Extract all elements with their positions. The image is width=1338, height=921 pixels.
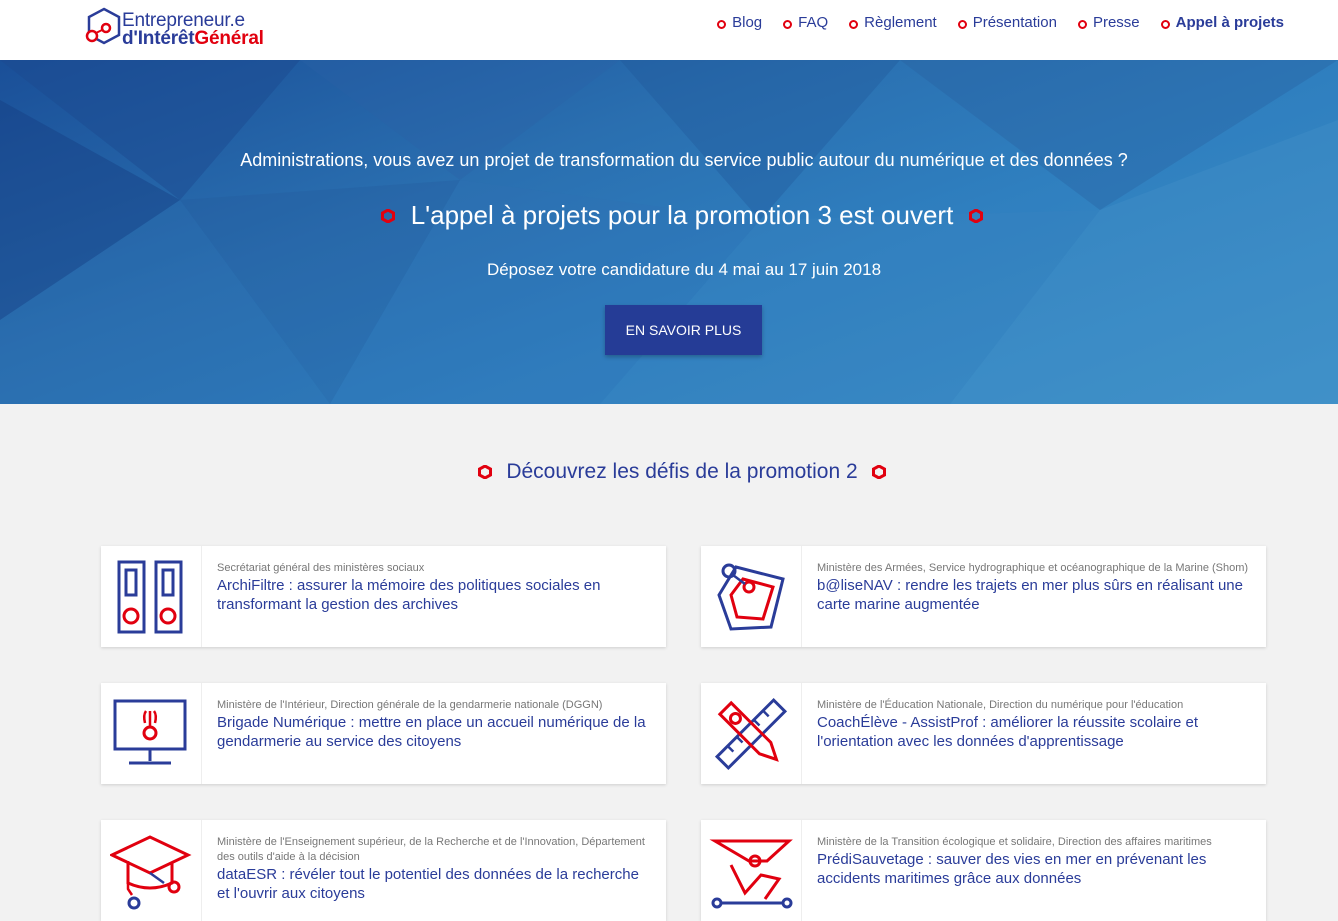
- logo-text-general: Général: [194, 28, 264, 49]
- card-organization: Ministère de l'Éducation Nationale, Dire…: [817, 699, 1184, 711]
- project-card[interactable]: Secrétariat général des ministères socia…: [101, 546, 666, 647]
- logo-hexagon-icon: [85, 7, 121, 45]
- boat-icon: [709, 839, 793, 908]
- bullet-icon: [957, 19, 967, 29]
- nav-label: Appel à projets: [1175, 14, 1284, 31]
- bullet-icon: [783, 19, 793, 29]
- card-organization: Ministère de l'Enseignement supérieur, d…: [217, 836, 645, 863]
- project-card[interactable]: Ministère de l'Intérieur, Direction géné…: [101, 683, 666, 784]
- card-icon-box: [701, 683, 802, 784]
- project-card[interactable]: Ministère de l'Enseignement supérieur, d…: [101, 820, 666, 921]
- hero-banner: Administrations, vous avez un projet de …: [0, 60, 1338, 404]
- card-icon-box: [701, 546, 802, 647]
- card-organization: Ministère de la Transition écologique et…: [817, 836, 1212, 848]
- nav-label: Présentation: [972, 14, 1057, 31]
- section-title: Découvrez les défis de la promotion 2: [0, 460, 1338, 484]
- logo-text-line2: d'IntérêtGénéral: [122, 28, 264, 50]
- card-title[interactable]: CoachÉlève - AssistProf : améliorer la r…: [817, 713, 1250, 751]
- card-organization: Secrétariat général des ministères socia…: [217, 562, 425, 574]
- section-title-text: Découvrez les défis de la promotion 2: [506, 460, 858, 483]
- nav-appel-a-projets[interactable]: Appel à projets: [1160, 14, 1284, 31]
- nav-presse[interactable]: Presse: [1077, 14, 1140, 31]
- hexagon-bullet-icon: [871, 465, 886, 479]
- hero-title: L'appel à projets pour la promotion 3 es…: [0, 200, 1338, 231]
- card-organization: Ministère des Armées, Service hydrograph…: [817, 562, 1249, 574]
- tag-icon: [717, 563, 785, 631]
- nav-faq[interactable]: FAQ: [783, 14, 828, 31]
- nav-label: Presse: [1092, 14, 1140, 31]
- hero-dates: Déposez votre candidature du 4 mai au 17…: [486, 260, 882, 279]
- card-icon-box: [101, 683, 202, 784]
- card-icon-box: [101, 820, 202, 921]
- hero-question: Administrations, vous avez un projet de …: [240, 150, 1128, 170]
- site-logo[interactable]: Entrepreneur.e d'IntérêtGénéral: [84, 6, 294, 50]
- card-organization: Ministère de l'Intérieur, Direction géné…: [217, 699, 603, 711]
- card-title[interactable]: PrédiSauvetage : sauver des vies en mer …: [817, 850, 1250, 888]
- main-nav: Blog FAQ Règlement Présentation Presse A…: [696, 14, 1284, 31]
- hexagon-bullet-icon: [380, 208, 395, 223]
- monitor-icon: [113, 699, 187, 764]
- nav-blog[interactable]: Blog: [717, 14, 762, 31]
- nav-reglement[interactable]: Règlement: [849, 14, 937, 31]
- nav-presentation[interactable]: Présentation: [957, 14, 1057, 31]
- card-title[interactable]: b@liseNAV : rendre les trajets en mer pl…: [817, 576, 1250, 614]
- learn-more-button[interactable]: EN SAVOIR PLUS: [605, 305, 762, 355]
- bullet-icon: [849, 19, 859, 29]
- card-title[interactable]: ArchiFiltre : assurer la mémoire des pol…: [217, 576, 650, 614]
- bullet-icon: [1077, 19, 1087, 29]
- nav-label: Règlement: [864, 14, 937, 31]
- logo-text-interet: d'Intérêt: [122, 28, 195, 49]
- bullet-icon: [1160, 19, 1170, 29]
- site-header: Entrepreneur.e d'IntérêtGénéral Blog FAQ…: [0, 0, 1338, 60]
- card-title[interactable]: dataESR : révéler tout le potentiel des …: [217, 865, 650, 903]
- hexagon-bullet-icon: [969, 208, 984, 223]
- pen-ruler-icon: [714, 697, 788, 770]
- folders-icon: [117, 560, 183, 633]
- hero-title-text: L'appel à projets pour la promotion 3 es…: [410, 200, 954, 230]
- bullet-icon: [717, 19, 727, 29]
- card-icon-box: [101, 546, 202, 647]
- project-card[interactable]: Ministère de l'Éducation Nationale, Dire…: [701, 683, 1266, 784]
- nav-label: FAQ: [798, 14, 829, 31]
- graduation-cap-icon: [110, 834, 192, 909]
- project-card[interactable]: Ministère de la Transition écologique et…: [701, 820, 1266, 921]
- card-title[interactable]: Brigade Numérique : mettre en place un a…: [217, 713, 650, 751]
- card-icon-box: [701, 820, 802, 921]
- nav-label: Blog: [732, 14, 763, 31]
- hexagon-bullet-icon: [478, 465, 493, 479]
- project-card[interactable]: Ministère des Armées, Service hydrograph…: [701, 546, 1266, 647]
